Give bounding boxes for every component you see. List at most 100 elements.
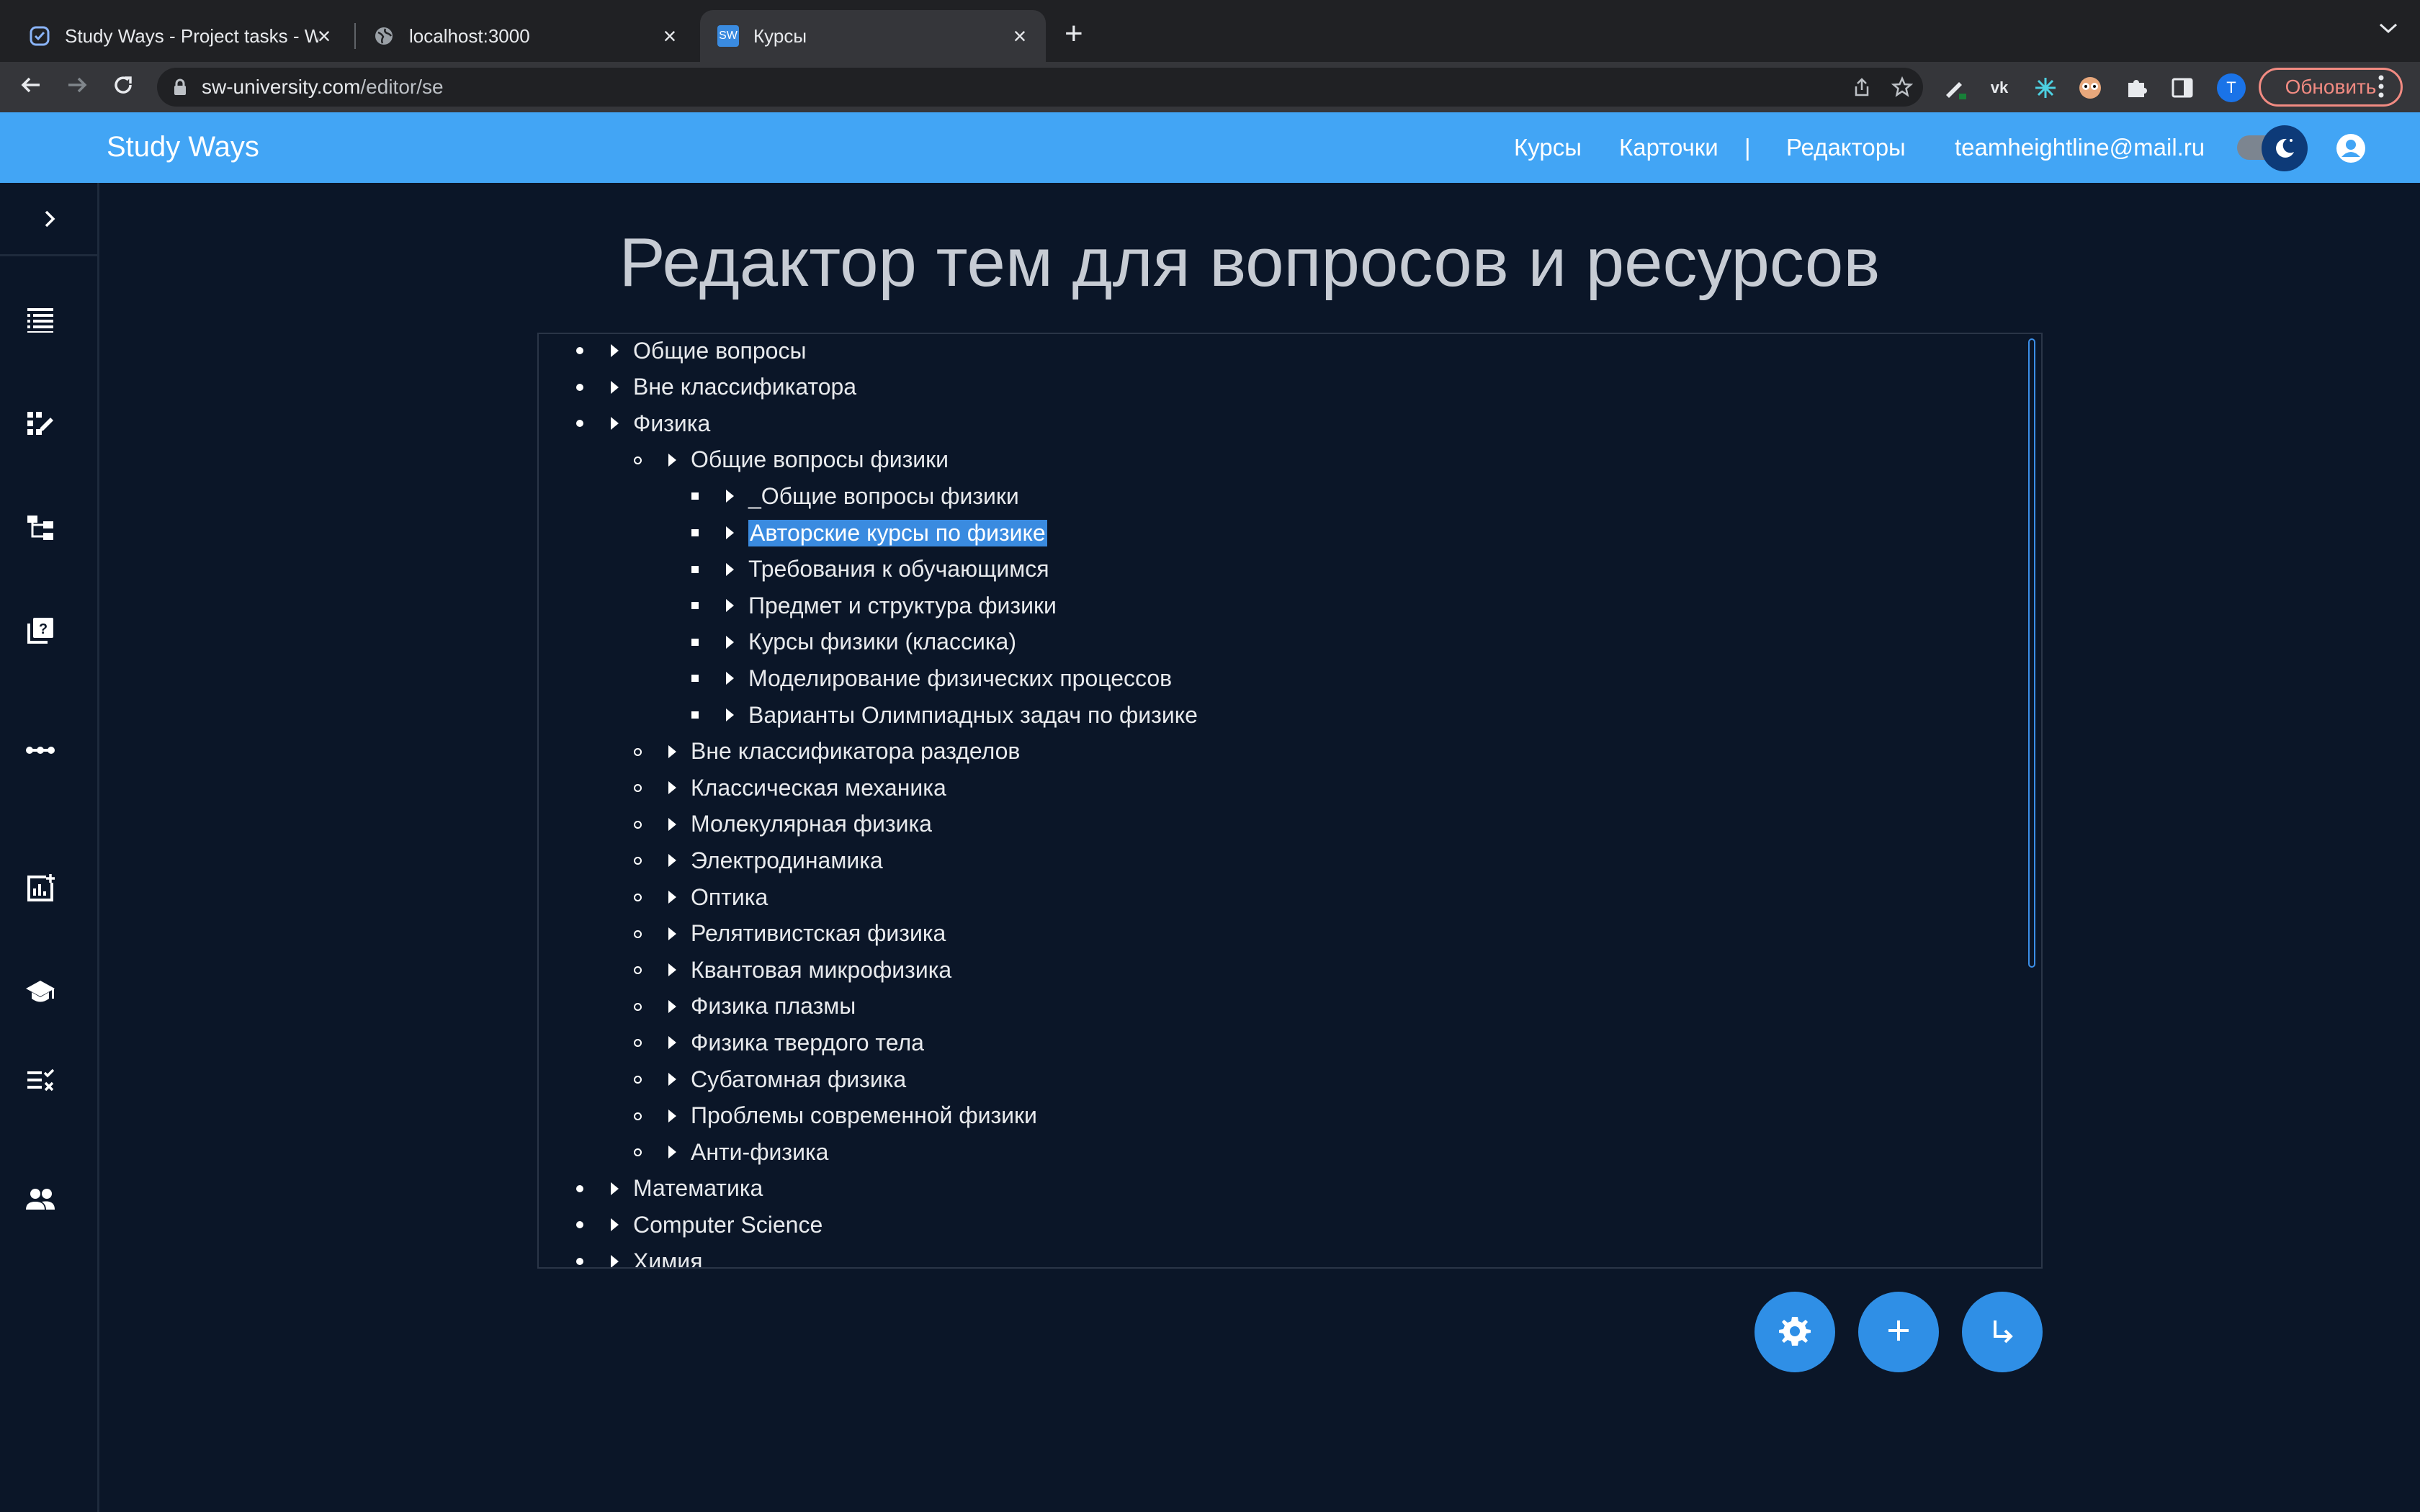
tree-scrollbar[interactable] xyxy=(2028,338,2035,968)
tree-item-label[interactable]: Оптика xyxy=(691,884,768,911)
tree-item[interactable]: Общие вопросы физики xyxy=(668,442,949,478)
expand-arrow-icon[interactable] xyxy=(668,1073,676,1086)
expand-arrow-icon[interactable] xyxy=(668,817,676,831)
tree-item[interactable]: Оптика xyxy=(668,879,768,915)
expand-arrow-icon[interactable] xyxy=(726,672,734,685)
new-tab-icon[interactable]: + xyxy=(1065,16,1083,52)
tree-item[interactable]: Предмет и структура физики xyxy=(726,588,1057,624)
expand-arrow-icon[interactable] xyxy=(611,344,619,357)
tree-item[interactable]: Квантовая микрофизика xyxy=(668,952,951,988)
quiz-icon[interactable]: ? xyxy=(23,613,58,648)
browser-tab[interactable]: Study Ways - Project tasks - W × xyxy=(0,10,350,62)
star-icon[interactable] xyxy=(1891,76,1914,104)
address-bar[interactable]: sw-university.com/editor/se xyxy=(157,68,1923,107)
nav-cards[interactable]: Карточки xyxy=(1619,134,1718,161)
browser-tab[interactable]: localhost:3000 × xyxy=(344,10,696,62)
expand-arrow-icon[interactable] xyxy=(668,1146,676,1159)
expand-arrow-icon[interactable] xyxy=(668,963,676,977)
tree-item[interactable]: Физика плазмы xyxy=(668,989,856,1025)
add-subtopic-button[interactable] xyxy=(1962,1292,2043,1372)
settings-button[interactable] xyxy=(1754,1292,1835,1372)
expand-arrow-icon[interactable] xyxy=(726,599,734,613)
expand-arrow-icon[interactable] xyxy=(726,562,734,576)
hierarchy-icon[interactable] xyxy=(23,510,58,544)
tree-item[interactable]: Анти-физика xyxy=(668,1134,828,1170)
tree-item-label[interactable]: Физика твердого тела xyxy=(691,1030,924,1056)
expand-arrow-icon[interactable] xyxy=(668,1109,676,1122)
share-icon[interactable] xyxy=(1851,76,1873,104)
vk-extension-icon[interactable]: vk xyxy=(1985,73,2014,102)
expand-arrow-icon[interactable] xyxy=(668,1036,676,1050)
tree-item-label[interactable]: Вне классификатора xyxy=(633,374,856,400)
add-topic-button[interactable] xyxy=(1858,1292,1939,1372)
people-icon[interactable] xyxy=(23,1182,58,1217)
tree-item[interactable]: Математика xyxy=(611,1171,763,1207)
tree-item[interactable]: Проблемы современной физики xyxy=(668,1098,1037,1134)
tree-item[interactable]: Общие вопросы xyxy=(611,334,806,369)
tree-item[interactable]: Физика твердого тела xyxy=(668,1025,924,1061)
tree-item[interactable]: Электродинамика xyxy=(668,842,883,878)
puzzle-icon[interactable] xyxy=(2122,73,2151,102)
list-icon[interactable] xyxy=(23,302,58,337)
expand-arrow-icon[interactable] xyxy=(611,1255,619,1267)
profile-avatar[interactable]: T xyxy=(2217,73,2246,102)
expand-arrow-icon[interactable] xyxy=(668,854,676,868)
side-panel-icon[interactable] xyxy=(2168,73,2197,102)
expand-arrow-icon[interactable] xyxy=(668,744,676,758)
tree-item-label[interactable]: Моделирование физических процессов xyxy=(748,665,1172,692)
tree-item-label[interactable]: _Общие вопросы физики xyxy=(748,483,1019,510)
expand-arrow-icon[interactable] xyxy=(611,380,619,394)
expand-arrow-icon[interactable] xyxy=(668,891,676,904)
tree-item-label[interactable]: Электродинамика xyxy=(691,847,883,874)
expand-arrow-icon[interactable] xyxy=(611,1218,619,1232)
owl-extension-icon[interactable] xyxy=(2076,73,2105,102)
expand-arrow-icon[interactable] xyxy=(668,781,676,795)
tree-item[interactable]: Вне классификатора разделов xyxy=(668,734,1020,770)
dark-mode-icon[interactable] xyxy=(2262,125,2308,171)
tree-item-label[interactable]: Требования к обучающимся xyxy=(748,556,1049,582)
edit-grid-icon[interactable] xyxy=(23,406,58,441)
tree-item-label[interactable]: Квантовая микрофизика xyxy=(691,957,951,984)
tree-item[interactable]: Варианты Олимпиадных задач по физике xyxy=(726,697,1198,733)
nav-editors[interactable]: Редакторы xyxy=(1786,134,1906,161)
tree-item-label[interactable]: Математика xyxy=(633,1175,763,1202)
back-icon[interactable] xyxy=(14,71,48,104)
tree-item[interactable]: Computer Science xyxy=(611,1207,823,1243)
more-vert-icon[interactable] xyxy=(2377,72,2385,107)
tree-item[interactable]: Химия xyxy=(611,1243,702,1268)
tree-item-label[interactable]: Computer Science xyxy=(633,1212,823,1238)
tree-item-label[interactable]: Химия xyxy=(633,1248,702,1268)
user-email[interactable]: teamheightline@mail.ru xyxy=(1955,134,2205,161)
tree-item[interactable]: Субатомная физика xyxy=(668,1061,906,1097)
close-tab-icon[interactable]: × xyxy=(311,23,337,49)
add-chart-icon[interactable] xyxy=(23,871,58,906)
tree-item[interactable]: Молекулярная физика xyxy=(668,806,932,842)
tree-item-label[interactable]: Молекулярная физика xyxy=(691,811,932,837)
expand-arrow-icon[interactable] xyxy=(611,417,619,431)
tree-item-label[interactable]: Физика xyxy=(633,410,710,437)
brand-logo[interactable]: Study Ways xyxy=(107,131,259,163)
tree-item-label[interactable]: Курсы физики (классика) xyxy=(748,629,1016,655)
more-horiz-icon[interactable] xyxy=(23,733,58,768)
reload-icon[interactable] xyxy=(107,71,140,104)
tree-item[interactable]: Авторские курсы по физике xyxy=(726,515,1047,551)
tree-item[interactable]: Требования к обучающимся xyxy=(726,552,1049,588)
tree-item[interactable]: _Общие вопросы физики xyxy=(726,478,1019,514)
school-icon[interactable] xyxy=(23,975,58,1009)
tree-item[interactable]: Релятивистская физика xyxy=(668,916,946,952)
chevron-down-icon[interactable] xyxy=(2378,17,2398,40)
expand-arrow-icon[interactable] xyxy=(611,1182,619,1195)
browser-tab-active[interactable]: SW Курсы × xyxy=(700,10,1046,62)
expand-arrow-icon[interactable] xyxy=(726,526,734,539)
expand-arrow-icon[interactable] xyxy=(726,635,734,649)
tree-item-label[interactable]: Общие вопросы физики xyxy=(691,446,949,473)
expand-arrow-icon[interactable] xyxy=(726,490,734,503)
tree-item-label[interactable]: Релятивистская физика xyxy=(691,920,946,947)
tree-item-label[interactable]: Физика плазмы xyxy=(691,993,856,1020)
tree-item-label[interactable]: Анти-физика xyxy=(691,1139,828,1166)
forward-icon[interactable] xyxy=(60,71,94,104)
tree-item-label[interactable]: Авторские курсы по физике xyxy=(748,519,1047,546)
tree-item[interactable]: Вне классификатора xyxy=(611,369,856,405)
tree-item-label[interactable]: Варианты Олимпиадных задач по физике xyxy=(748,702,1198,729)
pen-extension-icon[interactable] xyxy=(1940,73,1969,102)
